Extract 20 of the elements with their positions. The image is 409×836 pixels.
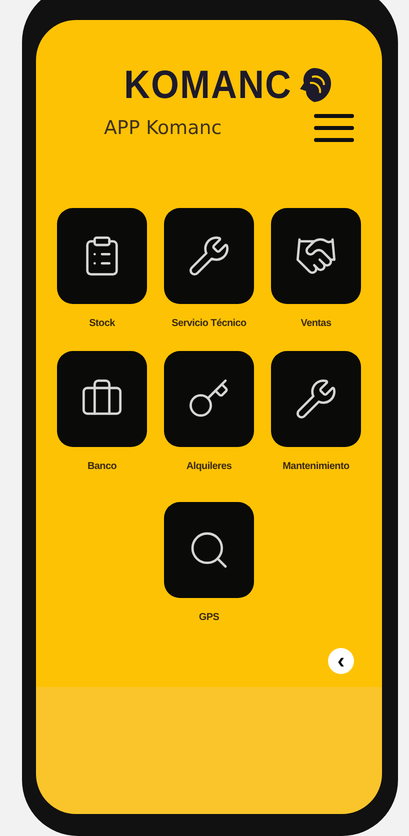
menu-label: Mantenimiento	[282, 461, 350, 472]
menu-label: GPS	[198, 612, 220, 623]
menu-item[interactable]: Ventas	[271, 208, 361, 329]
menu-item[interactable]: Banco	[57, 351, 147, 472]
wrench-icon	[187, 234, 231, 278]
menu-button[interactable]	[314, 112, 354, 144]
menu-item[interactable]: GPS	[164, 502, 254, 623]
menu-item[interactable]: Mantenimiento	[271, 351, 361, 472]
menu-label: Servicio Técnico	[172, 318, 246, 329]
menu-item[interactable]: Servicio Técnico	[164, 208, 254, 329]
menu-label: Stock	[89, 318, 115, 329]
menu-label: Ventas	[300, 318, 332, 329]
app-title: APP Komanc	[104, 117, 222, 139]
menu-item[interactable]: Alquileres	[164, 351, 254, 472]
wrench-icon	[294, 377, 338, 421]
back-button[interactable]: ‹	[328, 648, 354, 674]
logo-text: KOMANC	[124, 62, 292, 108]
menu-label: Banco	[87, 461, 117, 472]
menu-label: Alquileres	[186, 461, 232, 472]
menu-item[interactable]: Stock	[57, 208, 147, 329]
